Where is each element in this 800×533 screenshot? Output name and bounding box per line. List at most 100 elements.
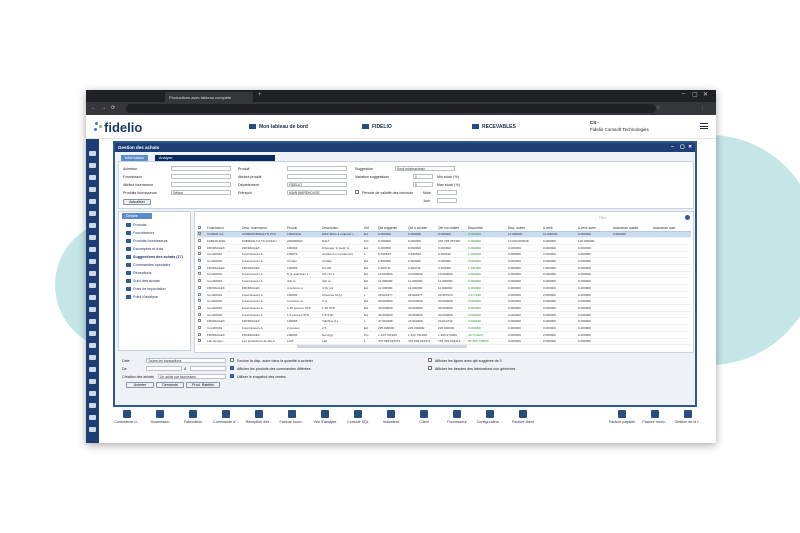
manufacturing-needs-checkbox[interactable] xyxy=(428,366,432,370)
day-field[interactable] xyxy=(437,198,457,203)
row-checkbox-cell[interactable] xyxy=(197,244,206,252)
table-row[interactable]: COMM1-G1 COMMONWEALTH PO1 100001S0 MAX Boît… xyxy=(197,231,691,239)
to-date-field[interactable] xyxy=(190,366,226,371)
close-icon[interactable]: ✕ xyxy=(688,144,692,150)
toolbar-button[interactable]: Facture fourn... xyxy=(278,410,306,424)
tree-item-commandes-speciales[interactable]: Commandes spéciales xyxy=(126,263,170,267)
row-checkbox[interactable] xyxy=(198,259,201,263)
gear-icon[interactable] xyxy=(89,415,96,420)
grid-icon[interactable] xyxy=(89,319,96,324)
chart-icon[interactable] xyxy=(89,307,96,312)
zero-suggested-checkbox[interactable] xyxy=(428,358,432,362)
warehouse-field[interactable]: MAIN WAREHOUSE xyxy=(287,190,347,195)
row-checkbox[interactable] xyxy=(198,265,201,269)
date-select[interactable]: Toutes les transactions xyxy=(146,358,226,363)
table-row[interactable]: Com00001 Fournisseurs A3 poivres re 3 re EA… xyxy=(197,297,691,306)
table-row[interactable]: Com00001 Fournisseurs A 100076 Amidon Le Le… xyxy=(197,251,691,259)
wrench-icon[interactable] xyxy=(89,403,96,408)
row-checkbox-cell[interactable] xyxy=(197,324,206,332)
row-checkbox-cell[interactable] xyxy=(197,304,206,312)
select-all-checkbox[interactable] xyxy=(198,225,201,229)
row-checkbox-cell[interactable] xyxy=(197,338,206,346)
reload-icon[interactable]: ⟳ xyxy=(111,105,115,111)
table-row[interactable]: Com00001 Fournisseurs A Vin Épi Vin Épi EA 2.… xyxy=(197,257,691,265)
request-button[interactable]: Demande xyxy=(156,382,184,388)
bike-icon[interactable] xyxy=(89,259,96,264)
row-checkbox[interactable] xyxy=(198,279,201,283)
row-checkbox[interactable] xyxy=(198,285,201,289)
row-checkbox[interactable] xyxy=(198,252,201,256)
toolbar-button[interactable]: Configurateur ... xyxy=(476,410,504,424)
toolbar-button[interactable]: Vue d'analyse xyxy=(311,410,339,424)
row-checkbox[interactable] xyxy=(198,319,201,323)
chat-icon[interactable] xyxy=(89,343,96,348)
table-row[interactable]: Com00001 Fournisseurs A2 pouces 2.5 EA 225.0… xyxy=(197,324,691,332)
row-checkbox[interactable] xyxy=(198,239,201,243)
supplier-field[interactable] xyxy=(171,174,231,179)
row-checkbox-cell[interactable] xyxy=(197,271,206,279)
validity-period-checkbox[interactable] xyxy=(355,190,359,194)
row-checkbox-cell[interactable] xyxy=(197,257,206,265)
toolbar-button[interactable]: Gestion de la f... xyxy=(674,410,702,424)
nav-recevables[interactable]: RECEVABLES xyxy=(472,124,516,130)
max-stock-field[interactable]: 0 xyxy=(413,182,433,187)
maximize-icon[interactable]: ▢ xyxy=(680,144,685,150)
toolbar-button[interactable]: Facture client xyxy=(509,410,537,424)
table-row[interactable]: FROMAGEX FROMAGEX 100004 Fromage 'À Gelé' t… xyxy=(197,244,691,252)
document-icon[interactable] xyxy=(89,223,96,228)
address-bar[interactable] xyxy=(126,104,656,113)
cart-icon[interactable] xyxy=(89,235,96,240)
row-checkbox-cell[interactable] xyxy=(197,251,206,259)
toolbar-button[interactable]: Indicateur xyxy=(377,410,405,424)
new-tab-button[interactable]: + xyxy=(258,92,262,98)
toolbar-button[interactable]: Commande d... xyxy=(113,410,141,424)
table-row[interactable]: FAB100-DSE FABRICE T.0.T.F.CASAU 240000003… xyxy=(197,237,691,245)
app-logo[interactable]: fidelio xyxy=(104,120,142,135)
toolbar-button[interactable]: Soumission xyxy=(146,410,174,424)
table-row[interactable]: Com00001 Fournisseurs A 100006 Chemise M (L… xyxy=(197,291,691,299)
document-icon[interactable] xyxy=(89,367,96,372)
row-checkbox[interactable] xyxy=(198,299,201,303)
tree-item-receptions[interactable]: Réceptions xyxy=(126,271,151,275)
nav-fidelio[interactable]: FIDELIO xyxy=(362,124,392,130)
maximize-icon[interactable]: ▢ xyxy=(692,91,698,98)
buyer-field[interactable] xyxy=(171,166,231,171)
tree-item-fournisseurs[interactable]: Fournisseurs xyxy=(126,231,154,235)
grid-search-input[interactable]: Filtre xyxy=(599,216,606,220)
table-row[interactable]: Com00001 Fournisseurs A 5_9-quatTo1x 1 1% c… xyxy=(197,271,691,279)
tree-item-produits-fournisseurs[interactable]: Produits fournisseurs xyxy=(126,239,168,243)
tree-item-produits[interactable]: Produits xyxy=(126,223,147,227)
toolbar-button[interactable]: Réception des... xyxy=(245,410,273,424)
tree-item-point-analyse[interactable]: Point d'analyse xyxy=(126,295,158,299)
row-checkbox-cell[interactable] xyxy=(197,317,206,326)
nav-dashboard[interactable]: Mon tableau de bord xyxy=(249,124,308,130)
forward-icon[interactable]: → xyxy=(101,105,106,111)
star-icon[interactable]: ☆ xyxy=(656,105,660,111)
supplier-attribute-field[interactable] xyxy=(171,182,231,187)
minimize-icon[interactable]: – xyxy=(671,144,674,150)
close-icon[interactable]: ✕ xyxy=(703,91,708,98)
row-checkbox-cell[interactable] xyxy=(197,291,206,299)
sales-snapshot-checkbox[interactable] xyxy=(230,374,234,378)
toolbar-button[interactable]: Facture recev... xyxy=(641,410,669,424)
row-checkbox-cell[interactable] xyxy=(197,284,206,292)
purchase-creation-select[interactable]: Un achat par fournisseur xyxy=(158,374,226,379)
users-icon[interactable] xyxy=(89,331,96,336)
refresh-button[interactable]: Actualiser xyxy=(123,199,151,205)
row-checkbox[interactable] xyxy=(198,305,201,309)
min-stock-field[interactable]: 0 xyxy=(413,174,433,179)
row-checkbox[interactable] xyxy=(198,312,201,316)
row-checkbox[interactable] xyxy=(198,232,201,236)
gear-icon[interactable] xyxy=(685,215,690,220)
refresh-icon[interactable] xyxy=(89,163,96,168)
table-row[interactable]: Lait du Qué... Les producteur de lait d..… xyxy=(197,338,691,346)
month-field[interactable] xyxy=(437,190,457,195)
deferred-orders-checkbox[interactable] xyxy=(230,366,234,370)
row-checkbox[interactable] xyxy=(198,245,201,249)
row-checkbox-cell[interactable] xyxy=(197,237,206,245)
row-checkbox[interactable] xyxy=(198,292,201,296)
image-icon[interactable] xyxy=(89,391,96,396)
row-checkbox-cell[interactable] xyxy=(197,231,206,239)
table-row[interactable]: Com00001 Fournisseurs A 1.25 pouces STD 1.2… xyxy=(197,304,691,312)
tree-item-escomptes[interactable]: Escomptes et frais xyxy=(126,247,163,251)
